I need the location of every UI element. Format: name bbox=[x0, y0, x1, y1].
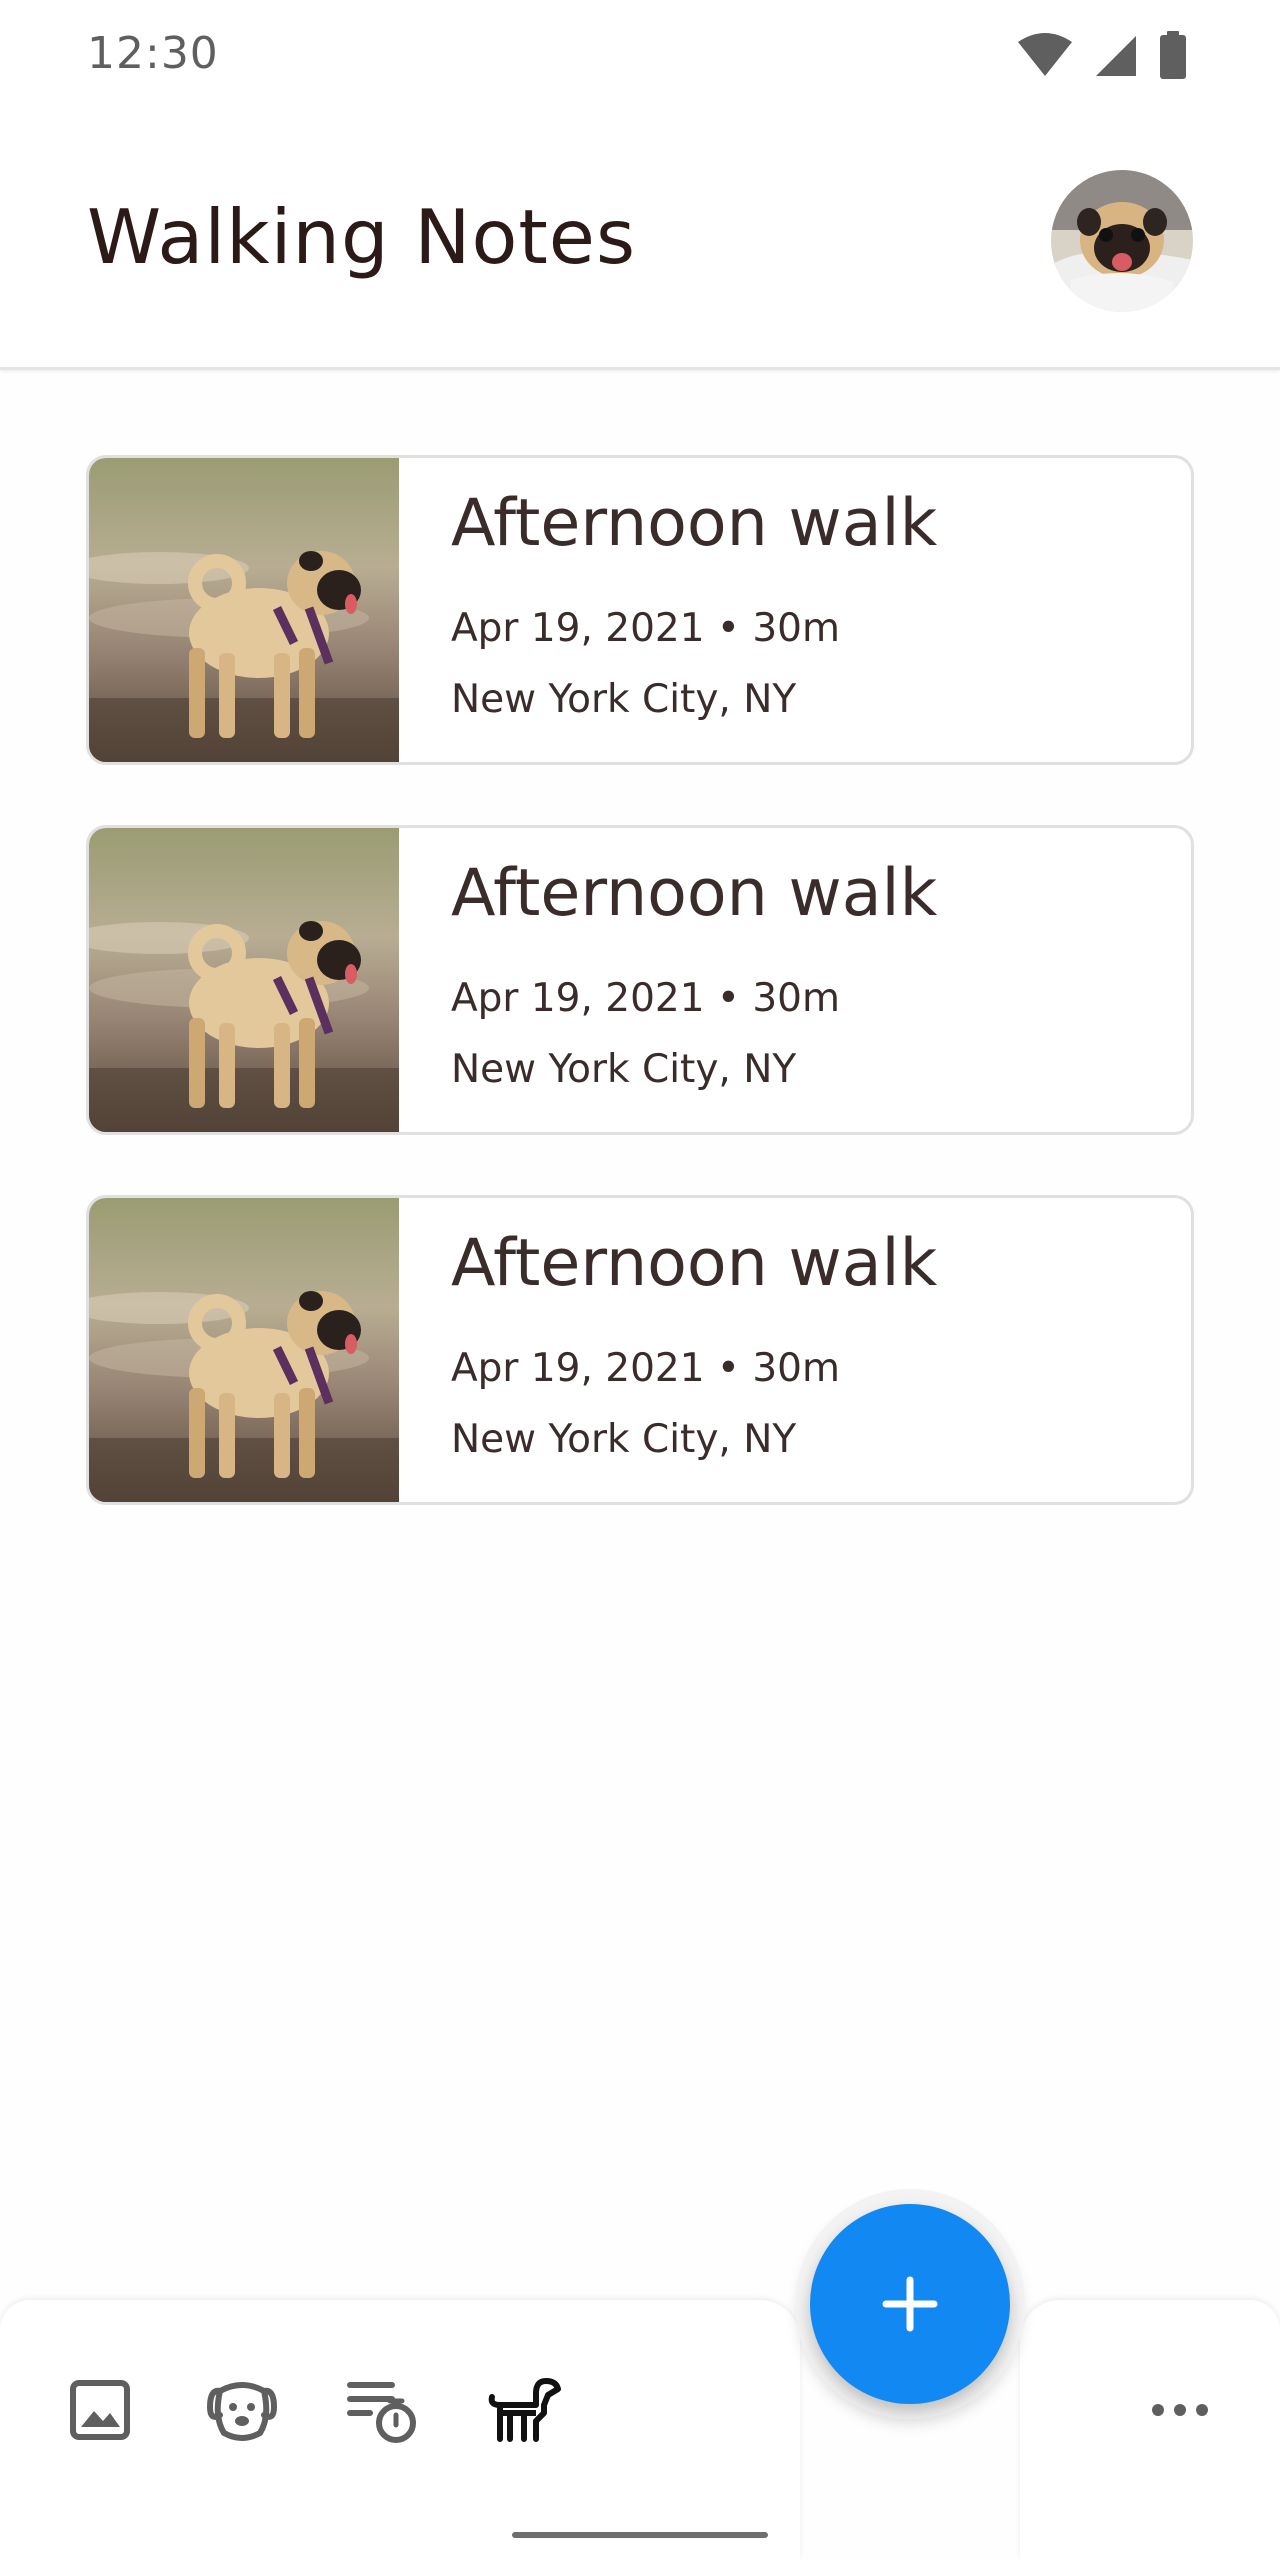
pug-photo bbox=[89, 828, 399, 1132]
walk-card[interactable]: Afternoon walk Apr 19, 2021 • 30m New Yo… bbox=[86, 1195, 1194, 1505]
dog-walk-icon[interactable] bbox=[484, 2370, 564, 2450]
bottom-nav bbox=[0, 2300, 1280, 2560]
dog-face-icon[interactable] bbox=[202, 2370, 282, 2450]
image-icon[interactable] bbox=[60, 2370, 140, 2450]
pug-avatar-image bbox=[1051, 170, 1193, 312]
status-icons bbox=[1016, 31, 1188, 81]
home-indicator[interactable] bbox=[512, 2532, 768, 2538]
walk-card[interactable]: Afternoon walk Apr 19, 2021 • 30m New Yo… bbox=[86, 825, 1194, 1135]
page-title: Walking Notes bbox=[87, 193, 637, 281]
walk-title: Afternoon walk bbox=[451, 486, 938, 561]
walk-location: New York City, NY bbox=[451, 1417, 797, 1462]
walk-title: Afternoon walk bbox=[451, 856, 938, 931]
walk-card[interactable]: Afternoon walk Apr 19, 2021 • 30m New Yo… bbox=[86, 455, 1194, 765]
status-time: 12:30 bbox=[87, 28, 219, 79]
walk-location: New York City, NY bbox=[451, 1047, 797, 1092]
plus-icon bbox=[882, 2276, 938, 2332]
add-walk-button[interactable] bbox=[810, 2204, 1010, 2404]
list-timer-icon[interactable] bbox=[342, 2370, 422, 2450]
walk-date-duration: Apr 19, 2021 • 30m bbox=[451, 1346, 840, 1391]
profile-avatar[interactable] bbox=[1051, 170, 1193, 312]
walk-date-duration: Apr 19, 2021 • 30m bbox=[451, 606, 840, 651]
pug-photo bbox=[89, 458, 399, 762]
walk-location: New York City, NY bbox=[451, 677, 797, 722]
more-horizontal-icon[interactable] bbox=[1140, 2370, 1220, 2450]
walk-date-duration: Apr 19, 2021 • 30m bbox=[451, 976, 840, 1021]
walk-title: Afternoon walk bbox=[451, 1226, 938, 1301]
status-bar: 12:30 bbox=[0, 0, 1280, 115]
battery-icon bbox=[1158, 31, 1188, 81]
walk-list: Afternoon walk Apr 19, 2021 • 30m New Yo… bbox=[86, 455, 1194, 1565]
walking-notes-screen: 12:30 Walking Notes Afternoon walk Apr 1… bbox=[0, 0, 1280, 2560]
pug-photo bbox=[89, 1198, 399, 1502]
cell-signal-icon bbox=[1092, 32, 1140, 80]
wifi-icon bbox=[1016, 32, 1074, 80]
app-bar: Walking Notes bbox=[0, 115, 1280, 370]
